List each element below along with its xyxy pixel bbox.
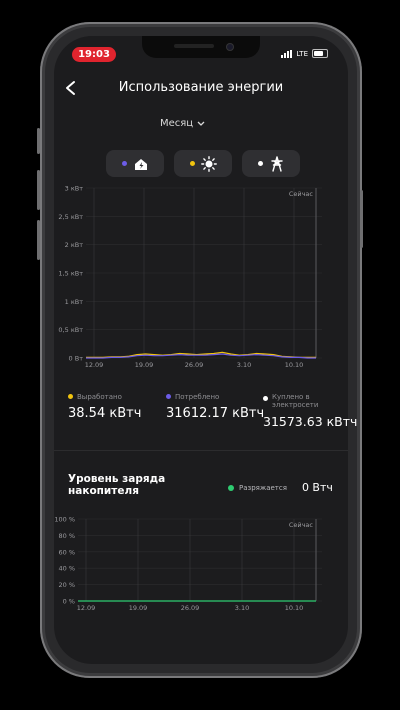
x-tick-label: 10.10 [285,361,304,369]
produced-dot [68,394,73,399]
stat-grid: Куплено в электросети 31573.63 кВтч [263,393,357,429]
y-tick-label: 3 кВт [65,185,84,193]
battery-chart[interactable]: 0 % 20 % 40 % 60 % 80 % 100 % 12.09 19.09 26.09 3… [54,512,354,617]
side-button [37,170,40,210]
side-button [37,220,40,260]
status-indicators: LTE [281,49,328,58]
x-tick-label: 12.09 [77,604,96,612]
y-tick-label: 40 % [58,565,75,573]
stat-produced: Выработано 38.54 кВтч [68,393,141,421]
x-tick-label: 10.10 [285,604,304,612]
battery-status-label: Разряжается [239,483,287,492]
filter-produced[interactable] [174,150,232,177]
battery-status: Разряжается 0 Втч [228,481,333,494]
chevron-down-icon [197,121,205,126]
consumed-dot [166,394,171,399]
y-tick-label: 2 кВт [65,241,84,249]
consumed-dot [121,161,127,166]
back-arrow-icon[interactable] [64,80,78,96]
x-tick-label: 26.09 [181,604,200,612]
y-tick-label: 0 % [63,598,75,606]
x-tick-label: 26.09 [185,361,204,369]
speaker [174,44,214,48]
power-tower-icon [270,155,283,172]
stat-consumed: Потреблено 31612.17 кВтч [166,393,264,421]
y-tick-label: 2,5 кВт [58,213,83,221]
status-dot [228,484,234,491]
y-tick-label: 80 % [58,532,75,540]
signal-icon [281,49,293,58]
period-label: Месяц [160,118,194,129]
house-lightning-icon [134,158,147,170]
x-tick-label: 19.09 [129,604,148,612]
now-marker-label: Сейчас [289,521,314,529]
y-tick-label: 1 кВт [65,298,84,306]
stat-value: 38.54 кВтч [68,406,142,421]
series-filters [106,150,300,177]
produced-dot [189,161,195,166]
grid-dot [263,396,268,401]
period-select[interactable]: Месяц [160,118,205,129]
camera [226,43,234,51]
status-time: 19:03 [72,47,116,62]
stat-value: 31612.17 кВтч [166,406,265,421]
y-tick-label: 100 % [54,516,75,524]
y-tick-label: 0 Вт [69,355,84,363]
grid-dot [257,161,263,166]
now-marker-label: Сейчас [289,190,314,198]
stat-value: 31573.63 кВтч [263,414,358,429]
battery-value: 0 Втч [301,481,333,494]
y-tick-label: 0,5 кВт [58,326,83,334]
y-tick-label: 1,5 кВт [58,270,83,278]
side-button [360,190,363,248]
stat-label: Выработано [77,393,122,401]
x-tick-label: 3.10 [235,604,249,612]
x-tick-label: 12.09 [85,361,104,369]
network-label: LTE [296,49,308,58]
sun-icon [200,155,217,172]
filter-consumed[interactable] [106,150,164,177]
stat-label: Потреблено [175,393,220,401]
section-divider [54,450,348,451]
page-title: Использование энергии [118,80,284,95]
y-tick-label: 20 % [58,581,75,589]
stat-label: Куплено в электросети [272,393,319,409]
filter-grid[interactable] [242,150,300,177]
side-button [37,128,40,154]
notch [142,36,260,58]
battery-title: Уровень заряда накопителя [68,473,166,497]
y-tick-label: 60 % [58,548,75,556]
energy-chart[interactable]: 0 Вт 0,5 кВт 1 кВт 1,5 кВт 2 кВт 2,5 кВт 3 кВт… [54,180,354,370]
battery-icon [312,49,328,58]
x-tick-label: 19.09 [135,361,154,369]
x-tick-label: 3.10 [237,361,251,369]
